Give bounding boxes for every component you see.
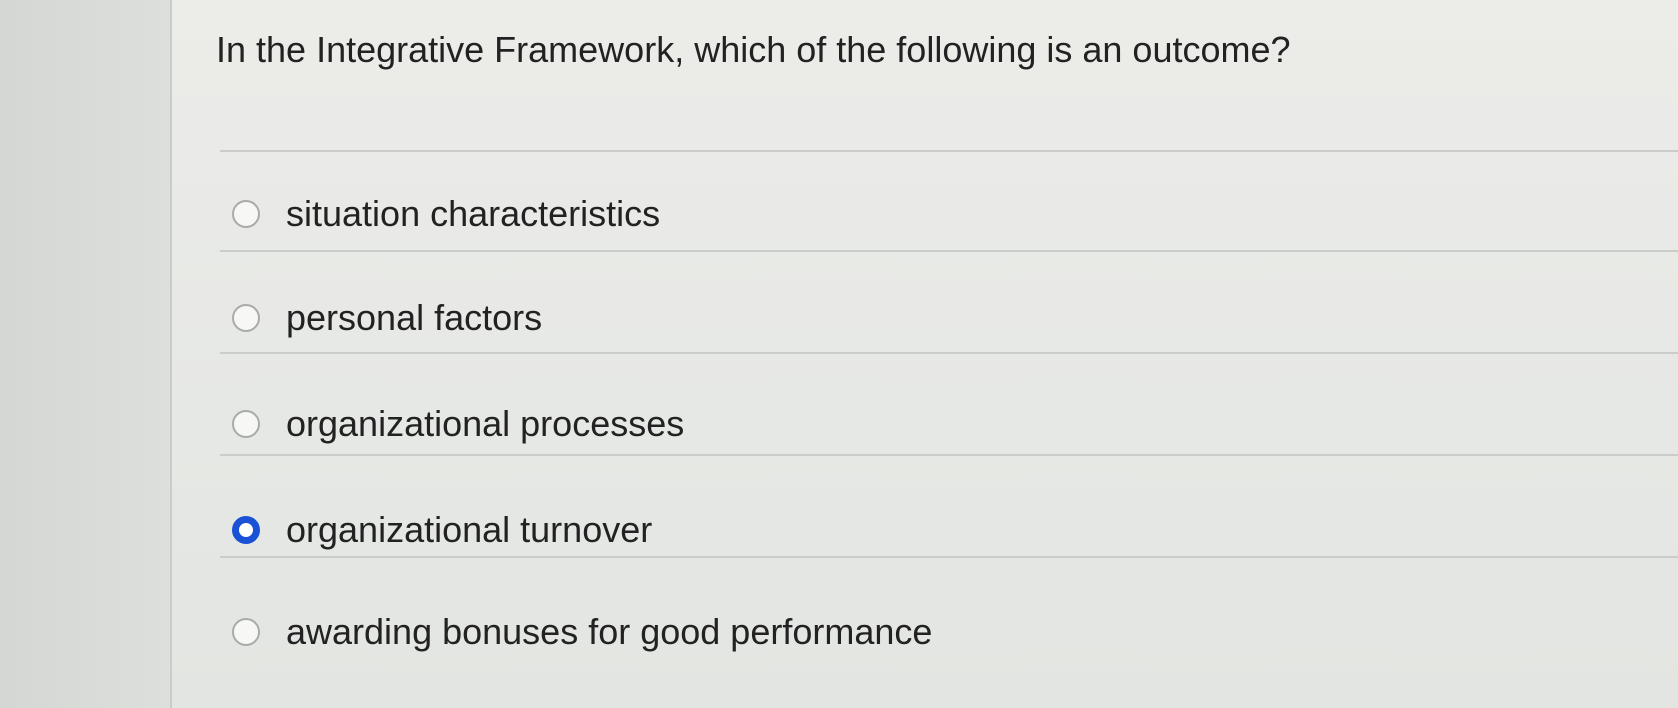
answer-label: organizational processes [286, 403, 685, 444]
question-text: In the Integrative Framework, which of t… [216, 29, 1291, 70]
radio-button[interactable] [232, 410, 260, 438]
answer-label: situation characteristics [286, 193, 661, 234]
radio-button-selected[interactable] [232, 516, 260, 544]
answer-label: personal factors [286, 297, 543, 338]
radio-button[interactable] [232, 200, 260, 228]
answer-option-organizational-processes[interactable]: organizational processes [232, 398, 684, 450]
left-margin [0, 0, 172, 708]
answer-option-situation-characteristics[interactable]: situation characteristics [232, 188, 660, 240]
divider [220, 150, 1678, 152]
answer-option-awarding-bonuses[interactable]: awarding bonuses for good performance [232, 606, 932, 658]
divider [220, 352, 1678, 354]
divider [220, 454, 1678, 456]
question-panel: In the Integrative Framework, which of t… [172, 0, 1678, 708]
radio-button[interactable] [232, 618, 260, 646]
answer-label: organizational turnover [286, 509, 653, 550]
divider [220, 250, 1678, 252]
answer-option-organizational-turnover[interactable]: organizational turnover [232, 504, 652, 556]
answer-option-personal-factors[interactable]: personal factors [232, 292, 542, 344]
divider [220, 556, 1678, 558]
radio-button[interactable] [232, 304, 260, 332]
answer-label: awarding bonuses for good performance [286, 611, 933, 652]
